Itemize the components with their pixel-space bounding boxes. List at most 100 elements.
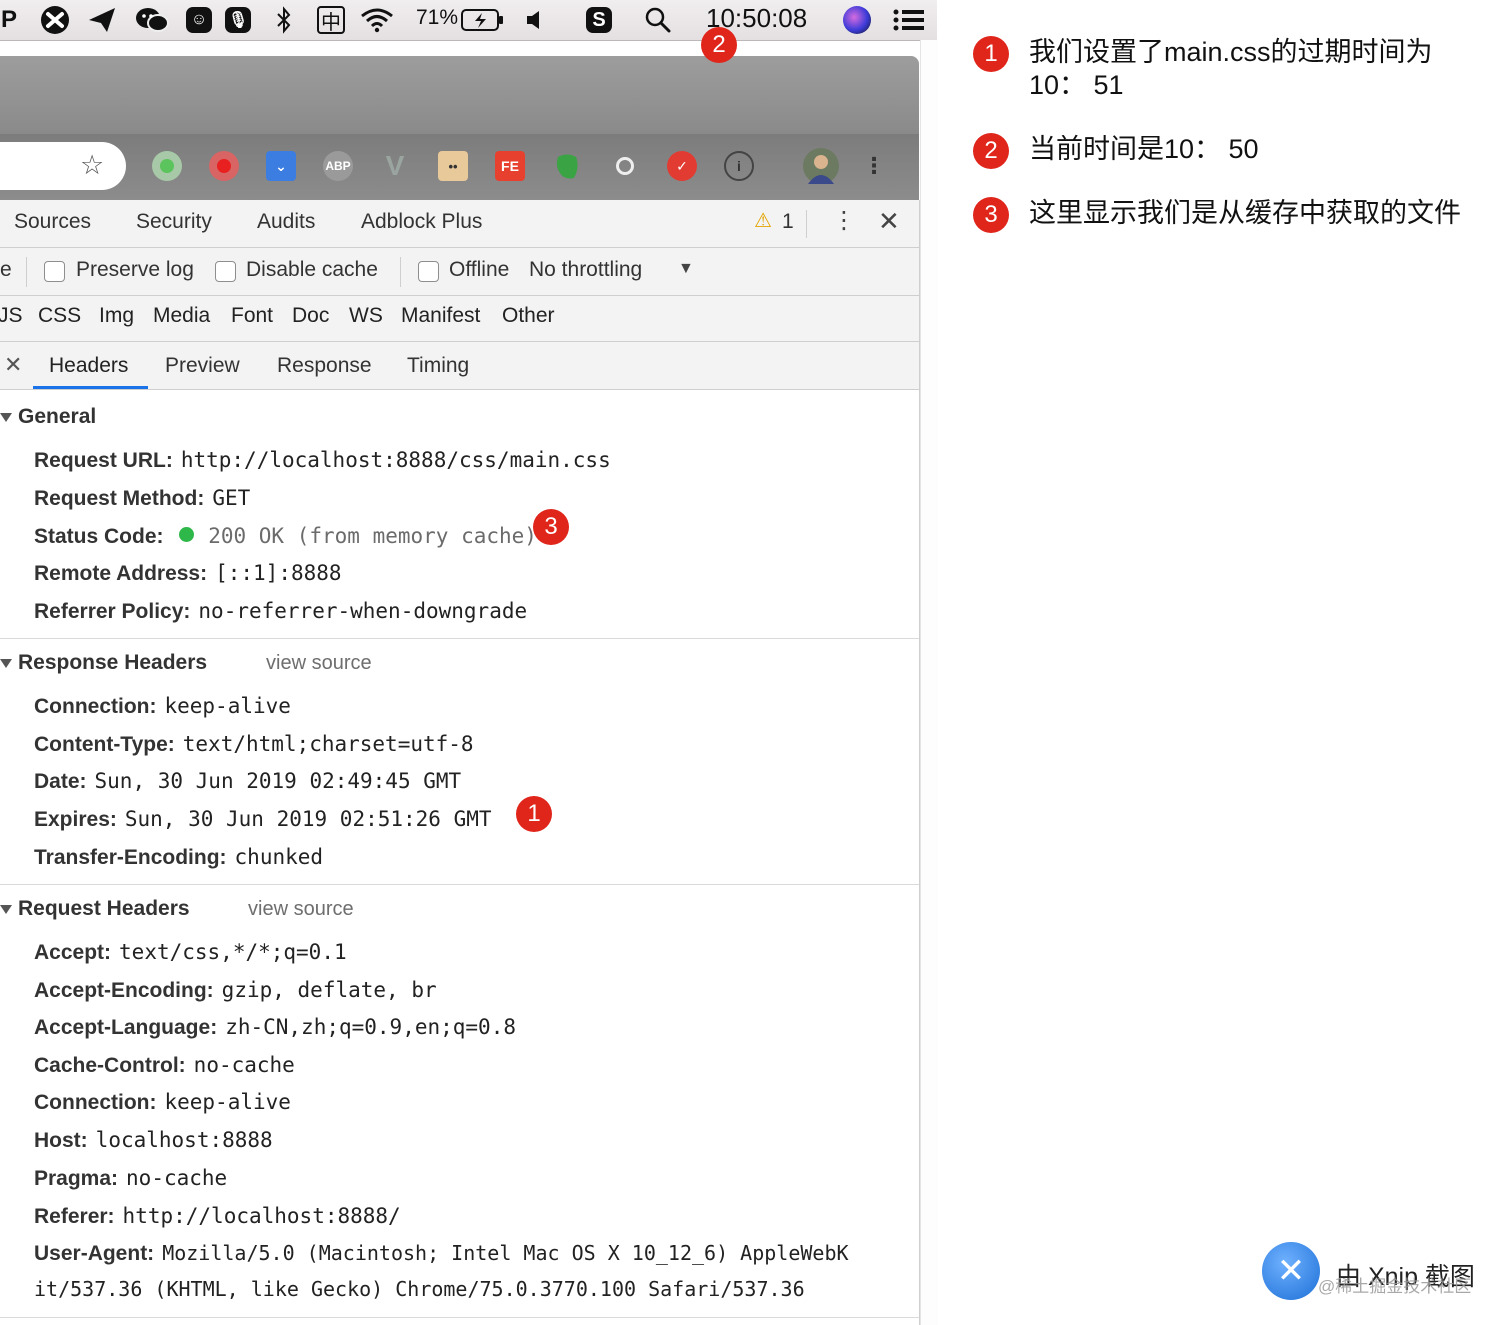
filter-ws[interactable]: WS (349, 304, 383, 328)
todoist-ext-icon[interactable]: ✓ (667, 151, 697, 181)
view-source-link[interactable]: view source (266, 652, 372, 675)
address-bar[interactable]: ☆ (0, 142, 126, 190)
xnip-logo-icon: ✕ (1262, 1242, 1320, 1300)
smiley-icon[interactable]: ☺ (184, 5, 214, 35)
filter-img[interactable]: Img (99, 304, 134, 328)
header-row: Remote Address: [::1]:8888 (34, 561, 342, 586)
annotation-badge-expires: 1 (516, 796, 552, 832)
close-devtools-icon[interactable]: ✕ (878, 206, 900, 237)
devtools-menu-icon[interactable]: ⋮ (832, 206, 856, 235)
list-icon[interactable] (892, 5, 926, 35)
paper-plane-icon[interactable] (86, 5, 118, 35)
header-value: it/537.36 (KHTML, like Gecko) Chrome/75.… (34, 1277, 805, 1301)
header-key: User-Agent: (34, 1242, 155, 1265)
note-2: 2 当前时间是10： 50 (973, 133, 1469, 169)
evernote-ext-icon[interactable] (552, 151, 582, 181)
status-code-value: 200 OK (from memory cache) (208, 524, 537, 548)
circle-ext-icon[interactable] (610, 151, 640, 181)
tab-audits[interactable]: Audits (257, 210, 315, 234)
close-detail-icon[interactable]: ✕ (4, 352, 22, 378)
disable-cache-label[interactable]: Disable cache (246, 258, 378, 282)
red-record-ext-icon[interactable] (209, 151, 239, 181)
warning-count[interactable]: 1 (782, 210, 794, 234)
siri-icon[interactable] (842, 5, 872, 35)
header-row: Accept-Language: zh-CN,zh;q=0.9,en;q=0.8 (34, 1015, 516, 1040)
tab-preview[interactable]: Preview (165, 354, 240, 378)
disable-cache-checkbox[interactable] (215, 261, 236, 282)
s-app-icon[interactable]: S (584, 5, 614, 35)
pocket-ext-icon[interactable]: ⌄ (266, 151, 296, 181)
preserve-log-label[interactable]: Preserve log (76, 258, 194, 282)
header-row: Cache-Control: no-cache (34, 1053, 295, 1078)
tab-adblock-plus[interactable]: Adblock Plus (361, 210, 482, 234)
network-toolbar: e Preserve log Disable cache Offline No … (0, 248, 919, 296)
abp-ext-icon[interactable]: ABP (323, 151, 353, 181)
filter-media[interactable]: Media (153, 304, 210, 328)
tab-timing[interactable]: Timing (407, 354, 469, 378)
offline-label[interactable]: Offline (449, 258, 509, 282)
warning-icon[interactable]: ⚠ (754, 208, 772, 233)
tab-sources[interactable]: Sources (14, 210, 91, 234)
header-key: Connection: (34, 1091, 157, 1114)
request-headers-title: Request Headers (18, 897, 190, 920)
offline-checkbox[interactable] (418, 261, 439, 282)
header-value: text/html;charset=utf-8 (182, 732, 474, 756)
triangle-down-icon (0, 412, 12, 422)
crossover-icon[interactable] (38, 5, 72, 35)
tab-headers[interactable]: Headers (49, 354, 128, 378)
header-key: Accept-Encoding: (34, 979, 214, 1002)
chevron-down-icon[interactable]: ▼ (678, 260, 694, 278)
info-ext-icon[interactable]: i (724, 151, 754, 181)
header-row: Connection: keep-alive (34, 1090, 291, 1115)
annotation-badge-status: 3 (533, 509, 569, 545)
header-row: Pragma: no-cache (34, 1166, 227, 1191)
speaker-icon[interactable] (524, 5, 546, 35)
bluetooth-icon[interactable] (272, 5, 296, 35)
search-icon[interactable] (644, 5, 672, 35)
filter-other[interactable]: Other (502, 304, 555, 328)
avatar[interactable] (803, 148, 839, 184)
throttling-select[interactable]: No throttling (529, 258, 642, 282)
tab-security[interactable]: Security (136, 210, 212, 234)
header-value: Sun, 30 Jun 2019 02:49:45 GMT (94, 769, 462, 793)
filter-css[interactable]: CSS (38, 304, 81, 328)
request-headers-section-header[interactable]: Request Headers (0, 897, 190, 921)
note-badge: 2 (973, 133, 1009, 169)
filter-manifest[interactable]: Manifest (401, 304, 480, 328)
fe-ext-icon[interactable]: FE (495, 151, 525, 181)
divider (26, 257, 27, 287)
divider (0, 638, 919, 639)
note-text: 我们设置了main.css的过期时间为10： 51 (1029, 37, 1433, 100)
input-method-icon[interactable]: 中 (315, 5, 347, 35)
wechat-icon[interactable] (133, 5, 171, 35)
preserve-log-checkbox[interactable] (44, 261, 65, 282)
character-ext-icon[interactable]: •• (438, 151, 468, 181)
header-value: localhost:8888 (95, 1128, 273, 1152)
note-3: 3 这里显示我们是从缓存中获取的文件 (973, 197, 1469, 233)
note-1: 1 我们设置了main.css的过期时间为10： 51 (973, 36, 1469, 102)
header-value: keep-alive (164, 1090, 291, 1114)
filter-doc[interactable]: Doc (292, 304, 329, 328)
battery-icon[interactable] (460, 5, 506, 35)
microphone-icon[interactable]: 🎙 (223, 5, 253, 35)
filter-js[interactable]: JS (0, 304, 23, 328)
response-headers-section-header[interactable]: Response Headers (0, 651, 207, 675)
tab-response[interactable]: Response (277, 354, 372, 378)
view-source-link[interactable]: view source (248, 898, 354, 921)
general-section-header[interactable]: General (0, 405, 96, 429)
response-headers-title: Response Headers (18, 651, 208, 674)
vue-ext-icon[interactable]: V (380, 150, 410, 181)
filter-font[interactable]: Font (231, 304, 273, 328)
header-row-continued: it/537.36 (KHTML, like Gecko) Chrome/75.… (34, 1277, 805, 1302)
browser-menu-icon[interactable]: ⋮ (863, 151, 885, 181)
wifi-icon[interactable] (359, 5, 395, 35)
note-text: 这里显示我们是从缓存中获取的文件 (1029, 198, 1461, 228)
header-key: Cache-Control: (34, 1054, 186, 1077)
status-dot-icon (179, 527, 195, 542)
header-row: User-Agent: Mozilla/5.0 (Macintosh; Intel… (34, 1241, 849, 1266)
green-dot-ext-icon[interactable] (152, 151, 182, 181)
header-value: no-cache (126, 1166, 228, 1190)
header-row: Accept: text/css,*/*;q=0.1 (34, 940, 347, 965)
p-icon[interactable]: P (0, 5, 18, 35)
bookmark-star-icon[interactable]: ☆ (80, 150, 104, 181)
